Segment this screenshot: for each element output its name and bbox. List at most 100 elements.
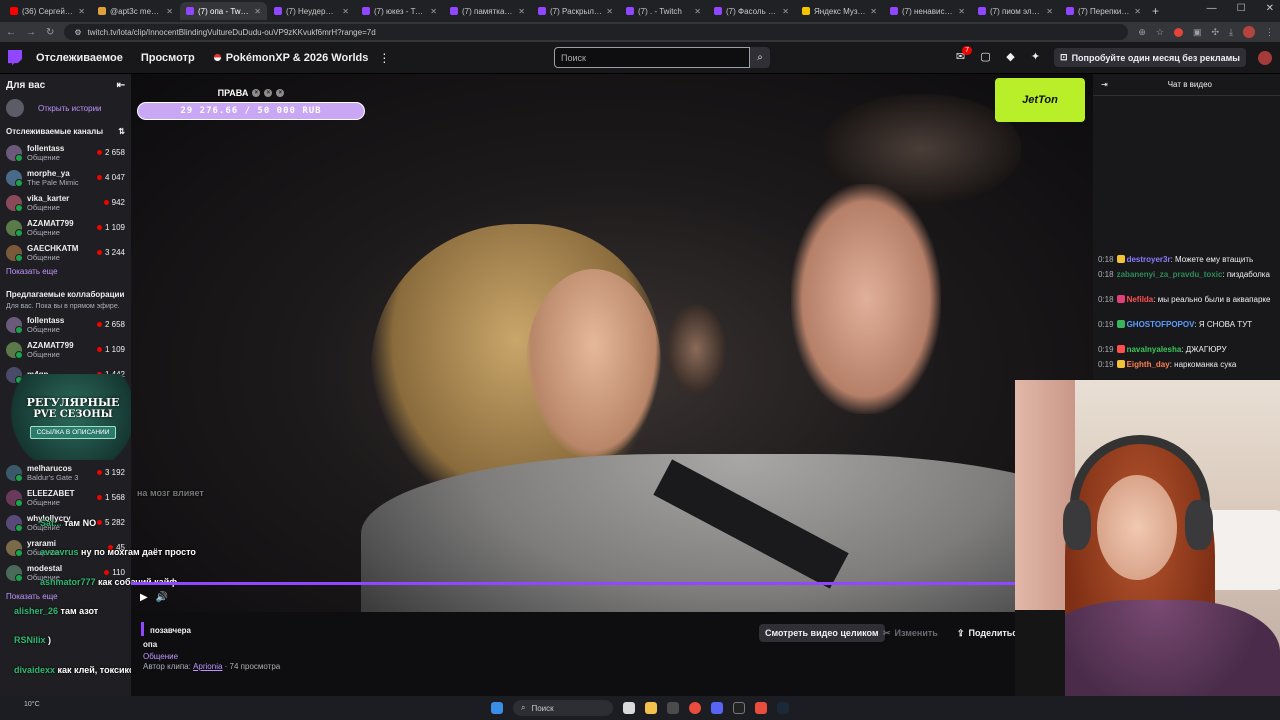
minimize-icon[interactable]: —: [1207, 3, 1217, 14]
maximize-icon[interactable]: ☐: [1237, 3, 1246, 14]
channel-meta: AZAMAT799 Общение: [27, 341, 92, 359]
tab-close-icon[interactable]: ✕: [518, 7, 525, 16]
tab-close-icon[interactable]: ✕: [342, 7, 349, 16]
tab-close-icon[interactable]: ✕: [166, 7, 173, 16]
clip-category-link[interactable]: Общение: [143, 652, 178, 661]
browser-tab[interactable]: (7) пиом элой - Twi... ✕: [972, 2, 1059, 20]
chat-username[interactable]: destroyer3r: [1127, 255, 1171, 264]
steam-icon[interactable]: [777, 702, 789, 714]
sidebar-channel[interactable]: melharucos Baldur's Gate 3 3 192: [0, 460, 131, 485]
twitch-logo-icon[interactable]: [8, 49, 22, 66]
sidebar-channel[interactable]: vika_karter Общение 942: [0, 190, 131, 215]
tab-close-icon[interactable]: ✕: [870, 7, 877, 16]
download-icon[interactable]: ⤓: [1229, 27, 1233, 38]
browser-tab[interactable]: (7) Фасоль без ли... ✕: [708, 2, 795, 20]
browser-tab[interactable]: (7) . - Twitch ✕: [620, 2, 707, 20]
chat-username[interactable]: GHOSTOFPOPOV: [1127, 320, 1195, 329]
sidebar-channel[interactable]: follentass Общение 2 658: [0, 312, 131, 337]
tab-close-icon[interactable]: ✕: [694, 7, 701, 16]
reload-icon[interactable]: ↻: [46, 27, 54, 38]
app-icon[interactable]: [667, 702, 679, 714]
profile-avatar[interactable]: [1243, 26, 1255, 38]
browser-tab[interactable]: (7) памятка с @rusi... ✕: [444, 2, 531, 20]
new-tab-icon[interactable]: +: [1152, 4, 1159, 18]
tab-close-icon[interactable]: ✕: [782, 7, 789, 16]
watch-full-video-button[interactable]: Смотреть видео целиком: [759, 624, 885, 642]
tab-close-icon[interactable]: ✕: [430, 7, 437, 16]
tab-close-icon[interactable]: ✕: [606, 7, 613, 16]
browser-tab[interactable]: @apt3c mentio... ✕: [92, 2, 179, 20]
whispers-icon[interactable]: ▢: [979, 51, 992, 64]
puzzle-icon[interactable]: ✣: [1211, 27, 1219, 38]
task-view-icon[interactable]: [623, 702, 635, 714]
channel-name: AZAMAT799: [27, 340, 74, 350]
chat-username[interactable]: zabanenyi_za_pravdu_toxic: [1117, 270, 1223, 279]
notifications-icon[interactable]: ✉ 7: [954, 46, 973, 64]
stories-row[interactable]: Открыть истории: [0, 97, 131, 119]
nav-following[interactable]: Отслеживаемое: [36, 52, 123, 64]
chrome-icon[interactable]: [689, 702, 701, 714]
sidebar-channel[interactable]: ELEEZABET Общение 1 568: [0, 485, 131, 510]
nav-category[interactable]: PokémonXP & 2026 Worlds: [212, 52, 368, 64]
browser-tab[interactable]: (7) юкез - Twitch ✕: [356, 2, 443, 20]
channel-avatar: [6, 539, 23, 557]
chat-username[interactable]: navalnyalesha: [1127, 345, 1182, 354]
nav-browse[interactable]: Просмотр: [141, 52, 195, 64]
browser-icon[interactable]: [755, 702, 767, 714]
browser-menu-icon[interactable]: ⋮: [1265, 27, 1274, 38]
sidebar-channel[interactable]: morphe_ya The Pale Mimic 4 047: [0, 165, 131, 190]
tab-close-icon[interactable]: ✕: [78, 7, 85, 16]
browser-tab[interactable]: Яндекс Музыка —... ✕: [796, 2, 883, 20]
drops-icon[interactable]: ✦: [1029, 51, 1042, 64]
user-avatar[interactable]: [1258, 50, 1272, 65]
clip-author-link[interactable]: Aprionia: [193, 662, 222, 671]
tab-close-icon[interactable]: ✕: [1134, 7, 1141, 16]
extension-red-icon[interactable]: [1173, 27, 1183, 37]
browser-tab[interactable]: (7) Раскрыл секре... ✕: [532, 2, 619, 20]
browser-tab[interactable]: (7) Перепки Руди... ✕: [1060, 2, 1147, 20]
collapse-sidebar-icon[interactable]: ⇤: [117, 80, 125, 91]
browser-tab[interactable]: (7) Неудержался ... ✕: [268, 2, 355, 20]
zoom-icon[interactable]: ⊕: [1138, 27, 1146, 38]
nav-more-icon[interactable]: ⋮: [378, 51, 390, 65]
search-button[interactable]: ⌕: [750, 47, 770, 68]
video-player[interactable]: ПРАВА × × × 29 276.66 / 50 000 RUB JetTo…: [131, 74, 1093, 612]
forward-icon[interactable]: →: [26, 27, 36, 38]
explorer-icon[interactable]: [645, 702, 657, 714]
search-input[interactable]: Поиск: [554, 47, 750, 68]
tab-close-icon[interactable]: ✕: [958, 7, 965, 16]
crown-icon[interactable]: ◆: [1004, 51, 1017, 64]
url-field[interactable]: ⚙ twitch.tv/lota/clip/InnocentBlindingVu…: [64, 24, 1129, 40]
clip-progress-bar[interactable]: [131, 582, 1015, 585]
show-more-link-2[interactable]: Показать еще: [0, 590, 64, 603]
browser-tab[interactable]: (7) опа - Twitch ✕: [180, 2, 267, 20]
chat-username[interactable]: Eighth_day: [1127, 360, 1170, 369]
tab-close-icon[interactable]: ✕: [1046, 7, 1053, 16]
sidebar-channel[interactable]: AZAMAT799 Общение 1 109: [0, 215, 131, 240]
close-window-icon[interactable]: ✕: [1266, 3, 1274, 14]
sidebar-channel[interactable]: GAECHKATM Общение 3 244: [0, 240, 131, 265]
sidebar-channel[interactable]: follentass Общение 2 658: [0, 140, 131, 165]
weather-widget[interactable]: 10°C: [24, 701, 40, 708]
obs-icon[interactable]: [733, 702, 745, 714]
browser-tab[interactable]: (7) ненависть генс... ✕: [884, 2, 971, 20]
edit-clip-button[interactable]: ✂ Изменить: [877, 624, 944, 642]
back-icon[interactable]: ←: [6, 27, 16, 38]
site-info-icon[interactable]: ⚙: [74, 28, 81, 37]
sort-icon[interactable]: ⇅: [118, 127, 125, 136]
bookmark-star-icon[interactable]: ☆: [1156, 27, 1164, 38]
browser-tab[interactable]: (36) Сергей Симо... ✕: [4, 2, 91, 20]
chat-username[interactable]: Nefilda: [1127, 295, 1154, 304]
show-more-link[interactable]: Показать еще: [0, 265, 131, 278]
volume-icon[interactable]: 🔊: [156, 592, 168, 603]
sidebar-channel[interactable]: AZAMAT799 Общение 1 109: [0, 337, 131, 362]
collapse-chat-icon[interactable]: ⇥: [1101, 80, 1108, 89]
start-icon[interactable]: [491, 702, 503, 714]
play-icon[interactable]: ▶: [140, 592, 148, 603]
taskbar-search[interactable]: ⌕ Поиск: [513, 700, 613, 716]
pve-seasons-banner[interactable]: РЕГУЛЯРНЫЕ PVE СЕЗОНЫ ССЫЛКА В ОПИСАНИИ: [0, 374, 146, 460]
discord-icon[interactable]: [711, 702, 723, 714]
ad-free-promo-button[interactable]: ⊡ Попробуйте один месяц без рекламы: [1054, 48, 1246, 67]
extension-icon[interactable]: ▣: [1193, 27, 1202, 38]
tab-close-icon[interactable]: ✕: [254, 7, 261, 16]
